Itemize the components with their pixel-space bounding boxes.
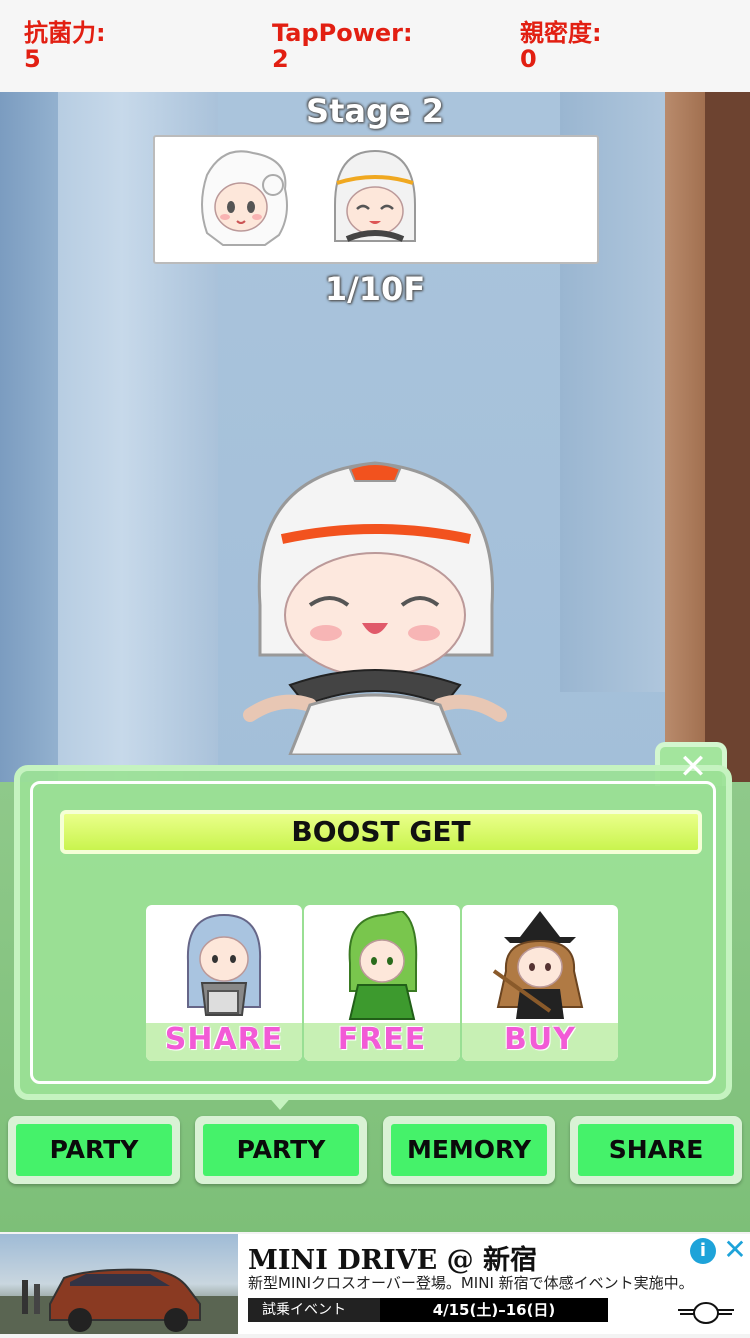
stat-value: 5 — [24, 45, 41, 73]
button-label: PARTY — [203, 1124, 359, 1176]
stat-label: 親密度: — [520, 19, 602, 47]
ad-event-tag: 試乗イベント — [248, 1298, 380, 1322]
option-label: SHARE — [164, 1022, 284, 1057]
boost-title: BOOST GET — [60, 810, 702, 854]
hooded-blue-girl-icon — [186, 913, 262, 1016]
ad-banner[interactable]: MINI DRIVE @ 新宿 新型MINIクロスオーバー登場。MINI 新宿で… — [0, 1234, 750, 1334]
info-icon[interactable]: i — [690, 1238, 716, 1264]
door-background — [705, 92, 750, 852]
party-panel — [153, 135, 599, 264]
white-haired-girl-avatar-icon[interactable] — [193, 145, 297, 249]
stage-title: Stage 2 — [306, 92, 444, 130]
boost-option-buy[interactable]: BUY — [462, 905, 618, 1061]
witch-broom-girl-icon — [492, 911, 584, 1019]
wall-background — [0, 92, 58, 812]
boost-option-free[interactable]: FREE — [304, 905, 460, 1061]
share-button[interactable]: SHARE — [570, 1116, 742, 1184]
ad-image[interactable] — [0, 1234, 238, 1334]
floor-counter: 1/10F — [324, 270, 426, 308]
button-label: SHARE — [578, 1124, 734, 1176]
stat-value: 0 — [520, 45, 537, 73]
close-icon[interactable]: ✕ — [722, 1236, 748, 1264]
button-label: MEMORY — [391, 1124, 547, 1176]
close-icon[interactable]: ✕ — [672, 748, 714, 786]
option-label: BUY — [504, 1022, 576, 1057]
stat-label: TapPower: — [272, 19, 413, 47]
ad-description: 新型MINIクロスオーバー登場。MINI 新宿で体感イベント実施中。 — [248, 1274, 694, 1292]
option-label: FREE — [337, 1022, 427, 1057]
ad-event-date: 4/15(土)–16(日) — [380, 1298, 608, 1322]
main-character[interactable] — [230, 455, 520, 757]
stat-value: 2 — [272, 45, 289, 73]
green-leaf-girl-icon — [348, 911, 418, 1020]
stat-label: 抗菌力: — [24, 19, 106, 47]
button-label: PARTY — [16, 1124, 172, 1176]
boost-option-share[interactable]: SHARE — [146, 905, 302, 1061]
stat-antibacterial: 抗菌力: 5 — [24, 20, 106, 72]
stat-intimacy: 親密度: 0 — [520, 20, 602, 72]
status-bar: 抗菌力: 5 TapPower: 2 親密度: 0 — [0, 0, 750, 93]
party-button[interactable]: PARTY — [8, 1116, 180, 1184]
memory-button[interactable]: MEMORY — [383, 1116, 555, 1184]
dome-helmet-girl-avatar-icon[interactable] — [323, 145, 427, 249]
popup-pointer — [266, 1094, 294, 1110]
party-button[interactable]: PARTY — [195, 1116, 367, 1184]
mini-logo-icon — [678, 1302, 734, 1324]
stat-tap-power: TapPower: 2 — [272, 20, 413, 72]
